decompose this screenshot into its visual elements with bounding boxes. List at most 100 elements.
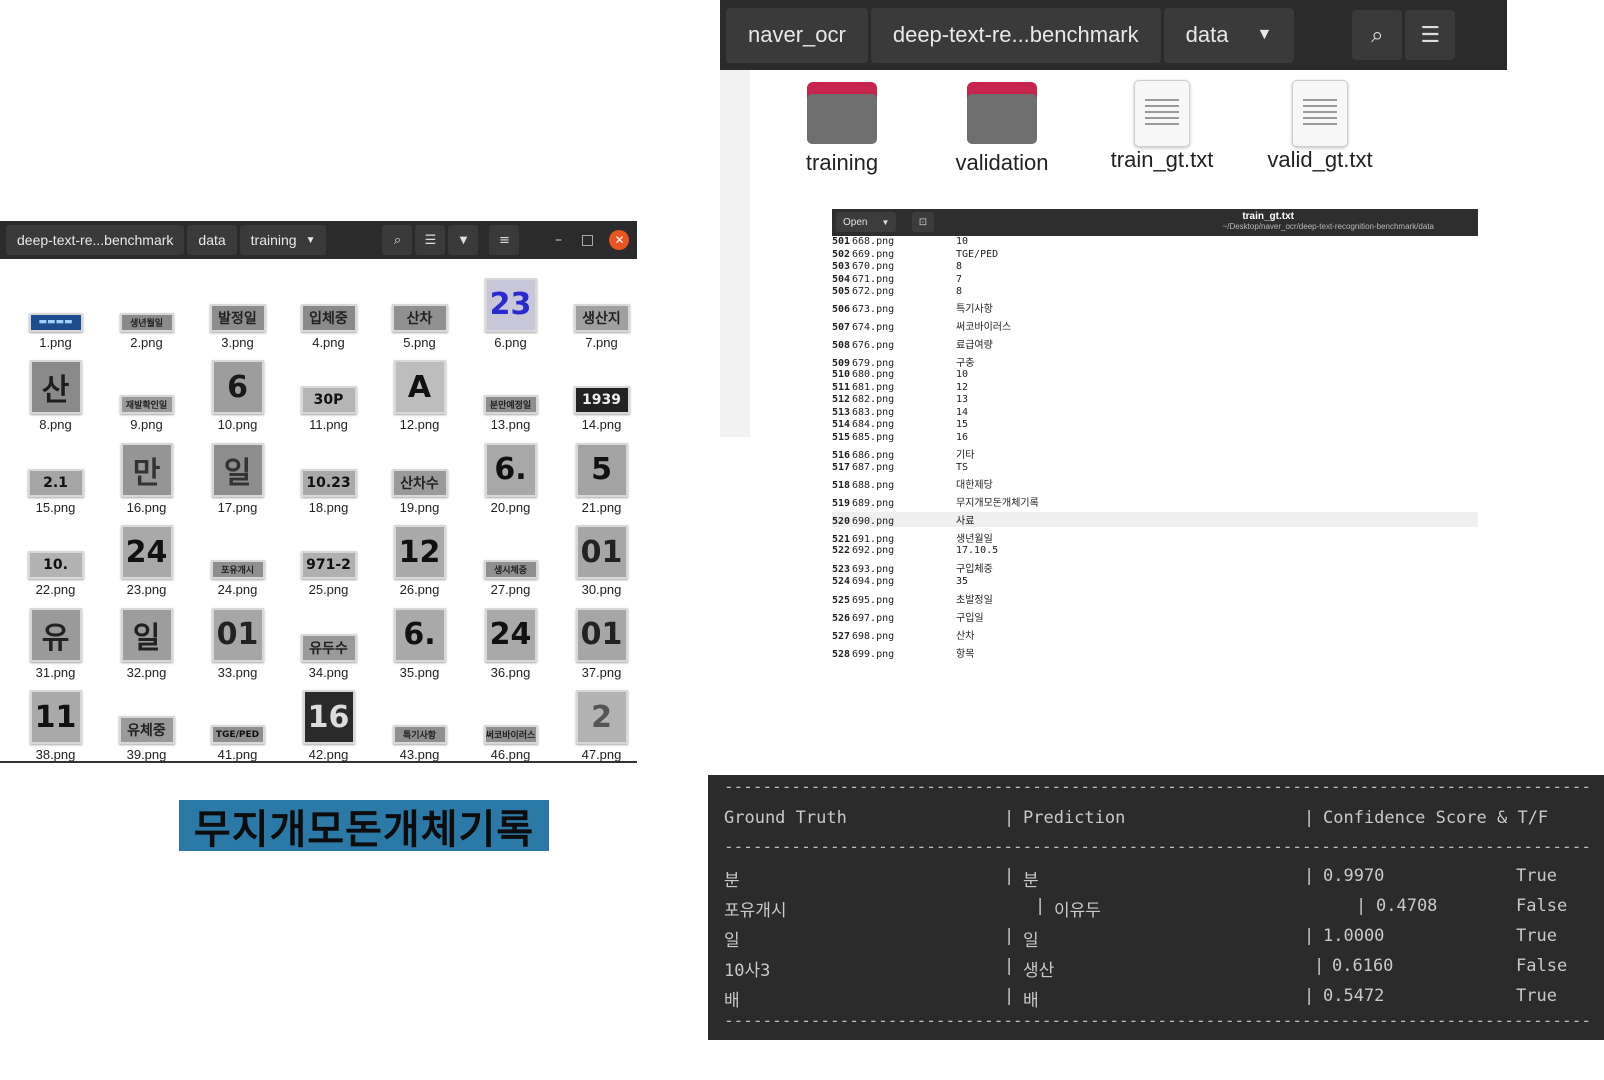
- thumbnail-item[interactable]: 30P 11.png: [283, 354, 374, 437]
- thumbnail-item[interactable]: 일 32.png: [101, 601, 192, 684]
- thumbnail-image: 2: [575, 690, 628, 744]
- chevron-down-icon[interactable]: ▼: [306, 235, 316, 246]
- thumbnail-item[interactable]: 분만예정일 13.png: [465, 354, 556, 437]
- thumbnail-item[interactable]: 01 33.png: [192, 601, 283, 684]
- editor-line[interactable]: 514 684.png 15: [832, 419, 1478, 430]
- thumbnail-item[interactable]: 10. 22.png: [10, 519, 101, 602]
- editor-line[interactable]: 508 676.png 료급여량: [832, 336, 1478, 351]
- breadcrumb-data[interactable]: data ▼: [1163, 7, 1295, 63]
- folder-validation[interactable]: validation: [922, 80, 1082, 176]
- editor-line[interactable]: 522 692.png 17.10.5: [832, 545, 1478, 556]
- thumbnail-item[interactable]: 생산지 7.png: [556, 271, 647, 354]
- thumbnail-item[interactable]: 유 31.png: [10, 601, 101, 684]
- thumbnail-item[interactable]: 23 6.png: [465, 271, 556, 354]
- file-valid-gt[interactable]: valid_gt.txt: [1240, 80, 1400, 173]
- editor-line[interactable]: 517 687.png TS: [832, 462, 1478, 473]
- folder-training[interactable]: training: [762, 80, 922, 176]
- thumbnail-item[interactable]: 입체중 4.png: [283, 271, 374, 354]
- editor-line[interactable]: 510 680.png 10: [832, 369, 1478, 380]
- editor-line[interactable]: 509 679.png 구충: [832, 354, 1478, 369]
- breadcrumb-data[interactable]: data: [187, 225, 237, 255]
- editor-line[interactable]: 506 673.png 특기사항: [832, 300, 1478, 315]
- line-number: 516: [832, 450, 851, 461]
- thumbnail-item[interactable]: 산 8.png: [10, 354, 101, 437]
- thumbnail-image: 생산지: [573, 303, 630, 332]
- thumbnail-item[interactable]: 포유개시 24.png: [192, 519, 283, 602]
- editor-line[interactable]: 526 697.png 구입일: [832, 609, 1478, 624]
- thumbnail-image: 발정일: [209, 303, 266, 332]
- thumbnail-item[interactable]: 일 17.png: [192, 436, 283, 519]
- thumbnail-item[interactable]: 산차 5.png: [374, 271, 465, 354]
- chevron-down-icon[interactable]: ▼: [1256, 26, 1272, 44]
- thumbnail-item[interactable]: 24 36.png: [465, 601, 556, 684]
- editor-line[interactable]: 503 670.png 8: [832, 261, 1478, 272]
- maximize-icon[interactable]: □: [574, 232, 600, 248]
- thumbnail-item[interactable]: 01 37.png: [556, 601, 647, 684]
- thumbnail-item[interactable]: 유체중 39.png: [101, 684, 192, 767]
- thumbnail-item[interactable]: 2 47.png: [556, 684, 647, 767]
- thumbnail-item[interactable]: TGE/PED 41.png: [192, 684, 283, 767]
- search-icon[interactable]: ⌕: [382, 225, 413, 255]
- thumbnail-item[interactable]: 971-2 25.png: [283, 519, 374, 602]
- thumbnail-item[interactable]: 만 16.png: [101, 436, 192, 519]
- editor-line[interactable]: 513 683.png 14: [832, 407, 1478, 418]
- thumbnail-item[interactable]: 재발확인일 9.png: [101, 354, 192, 437]
- editor-line[interactable]: 507 674.png 써코바이러스: [832, 318, 1478, 333]
- editor-line[interactable]: 501 668.png 10: [832, 236, 1478, 247]
- breadcrumb-naver-ocr[interactable]: naver_ocr: [726, 7, 868, 63]
- search-icon[interactable]: ⌕: [1352, 10, 1403, 60]
- editor-line[interactable]: 512 682.png 13: [832, 394, 1478, 405]
- editor-line[interactable]: 520 690.png 사료: [832, 512, 1478, 527]
- editor-line[interactable]: 505 672.png 8: [832, 286, 1478, 297]
- list-view-icon[interactable]: ☰: [1405, 10, 1456, 60]
- thumbnail-item[interactable]: 10.23 18.png: [283, 436, 374, 519]
- thumbnail-item[interactable]: 16 42.png: [283, 684, 374, 767]
- thumbnail-item[interactable]: 6. 20.png: [465, 436, 556, 519]
- close-icon[interactable]: ✕: [609, 230, 630, 250]
- thumbnail-item[interactable]: 24 23.png: [101, 519, 192, 602]
- thumbnail-item[interactable]: 11 38.png: [10, 684, 101, 767]
- view-options-icon[interactable]: ▼: [448, 225, 479, 255]
- thumbnail-item[interactable]: A 12.png: [374, 354, 465, 437]
- list-view-icon[interactable]: ☰: [415, 225, 446, 255]
- thumbnail-item[interactable]: 생년월일 2.png: [101, 271, 192, 354]
- thumbnail-filename: 36.png: [490, 664, 531, 680]
- thumbnail-item[interactable]: 유두수 34.png: [283, 601, 374, 684]
- breadcrumb-training[interactable]: training ▼: [239, 225, 327, 255]
- editor-line[interactable]: 527 698.png 산차: [832, 627, 1478, 642]
- thumbnail-item[interactable]: 01 30.png: [556, 519, 647, 602]
- thumbnail-item[interactable]: 2.1 15.png: [10, 436, 101, 519]
- editor-line[interactable]: 519 689.png 무지개모돈개체기록: [832, 494, 1478, 509]
- editor-line[interactable]: 504 671.png 7: [832, 274, 1478, 285]
- thumbnail-item[interactable]: 산차수 19.png: [374, 436, 465, 519]
- editor-line[interactable]: 502 669.png TGE/PED: [832, 249, 1478, 260]
- line-label: 생년월일: [956, 534, 993, 545]
- menu-icon[interactable]: ≡: [489, 225, 520, 255]
- thumbnail-filename: 46.png: [490, 747, 531, 762]
- editor-line[interactable]: 525 695.png 초발정일: [832, 591, 1478, 606]
- editor-line[interactable]: 518 688.png 대한제당: [832, 476, 1478, 491]
- editor-line[interactable]: 511 681.png 12: [832, 382, 1478, 393]
- thumbnail-item[interactable]: 6. 35.png: [374, 601, 465, 684]
- editor-line[interactable]: 521 691.png 생년월일: [832, 530, 1478, 545]
- thumbnail-item[interactable]: 써코바이러스 46.png: [465, 684, 556, 767]
- thumbnail-item[interactable]: 1939 14.png: [556, 354, 647, 437]
- file-train-gt[interactable]: train_gt.txt: [1082, 80, 1242, 173]
- editor-line[interactable]: 516 686.png 기타: [832, 446, 1478, 461]
- breadcrumb-benchmark[interactable]: deep-text-re...benchmark: [870, 7, 1161, 63]
- editor-line[interactable]: 528 699.png 항목: [832, 645, 1478, 660]
- thumbnail-item[interactable]: ▬▬▬▬ 1.png: [10, 271, 101, 354]
- thumbnail-item[interactable]: 6 10.png: [192, 354, 283, 437]
- thumbnail-item[interactable]: 생시체중 27.png: [465, 519, 556, 602]
- thumbnail-item[interactable]: 발정일 3.png: [192, 271, 283, 354]
- editor-line[interactable]: 515 685.png 16: [832, 432, 1478, 443]
- thumbnail-item[interactable]: 특기사항 43.png: [374, 684, 465, 767]
- line-label: 14: [956, 406, 969, 418]
- line-label: 무지개모돈개체기록: [956, 498, 1039, 509]
- editor-line[interactable]: 524 694.png 35: [832, 576, 1478, 587]
- thumbnail-item[interactable]: 12 26.png: [374, 519, 465, 602]
- minimize-icon[interactable]: –: [545, 232, 571, 248]
- editor-line[interactable]: 523 693.png 구입체중: [832, 560, 1478, 575]
- thumbnail-item[interactable]: 5 21.png: [556, 436, 647, 519]
- breadcrumb-benchmark[interactable]: deep-text-re...benchmark: [6, 225, 185, 255]
